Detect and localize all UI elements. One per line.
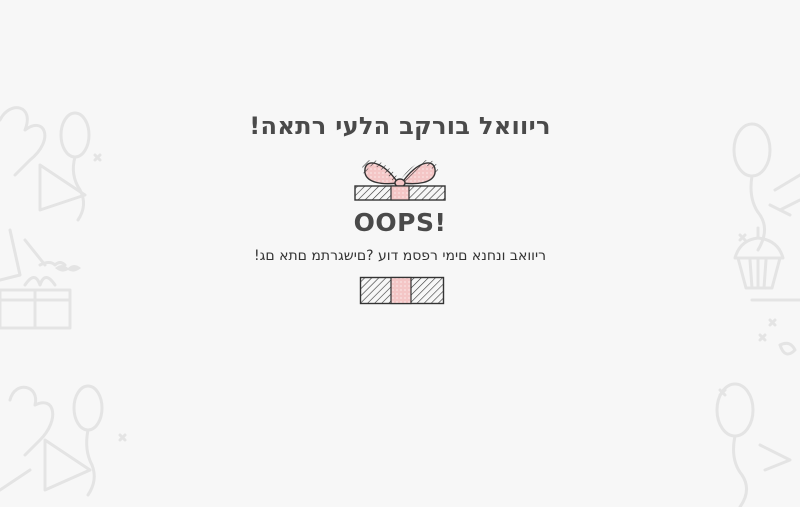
- gift-with-bow-icon: [354, 160, 446, 201]
- oops-heading: OOPS!: [353, 208, 447, 237]
- coming-soon-message: ריוואב ונחנא םימי רפסמ דוע ?םישגרתמ םתא …: [0, 248, 800, 264]
- main-content: ריוואל בורקב הלעי רתאה! OOPS! ריוואב ונח…: [0, 0, 800, 507]
- message-text: ריוואב ונחנא םימי רפסמ דוע ?םישגרתמ םתא …: [254, 248, 546, 264]
- coming-soon-page: ריוואל בורקב הלעי רתאה! OOPS! ריוואב ונח…: [0, 0, 800, 507]
- gift-box-icon: [359, 276, 445, 305]
- page-headline: ריוואל בורקב הלעי רתאה!: [249, 112, 551, 140]
